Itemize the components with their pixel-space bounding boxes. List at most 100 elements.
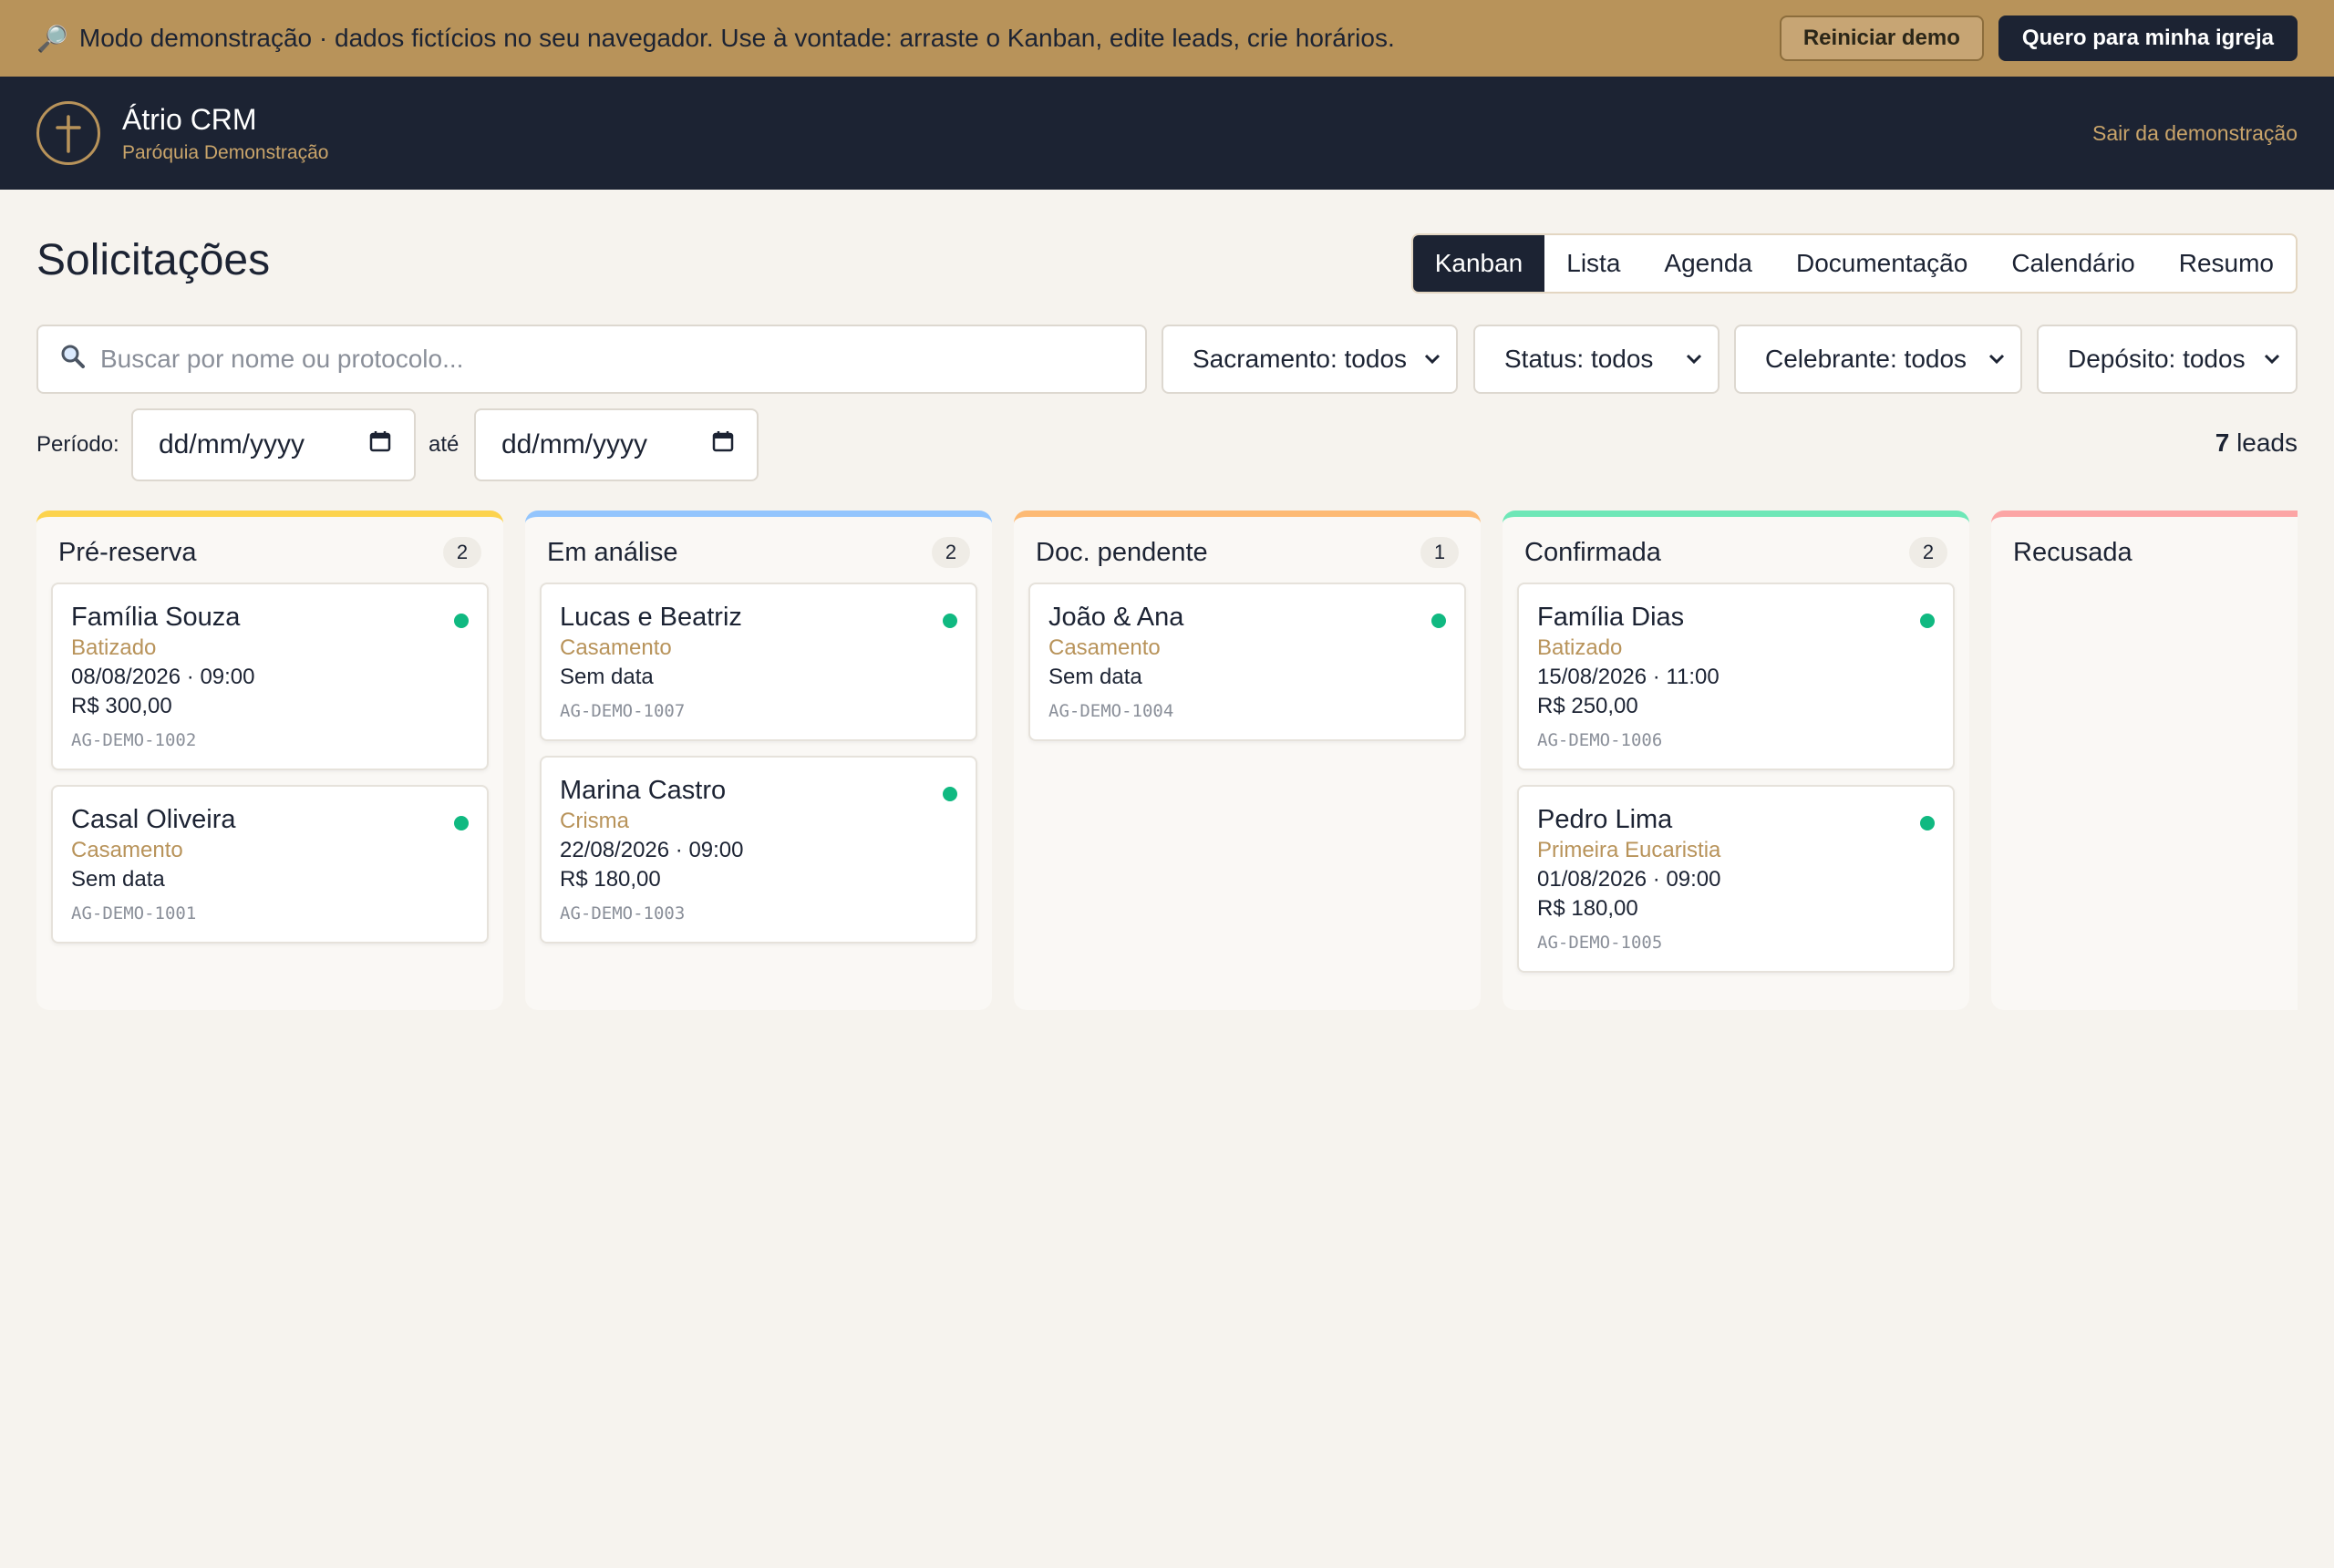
column-title: Recusada	[2013, 537, 2133, 567]
lead-sacrament: Casamento	[1048, 635, 1161, 660]
lead-amount: R$ 180,00	[1537, 896, 1638, 921]
magnifier-icon: 🔎	[36, 24, 68, 53]
deposito-select-value: Depósito: todos	[2068, 345, 2246, 373]
cross-logo-icon	[36, 101, 100, 165]
lead-name: Família Souza	[71, 603, 241, 632]
column-count-badge: 1	[1420, 537, 1459, 568]
kanban-column-doc-pendente[interactable]: Doc. pendente 1 João & Ana Casamento Sem…	[1014, 511, 1481, 1010]
lead-sacrament: Casamento	[560, 635, 672, 660]
kanban-column-confirmada[interactable]: Confirmada 2 Família Dias Batizado 15/08…	[1503, 511, 1969, 1010]
lead-card[interactable]: Lucas e Beatriz Casamento Sem data AG-DE…	[540, 583, 977, 741]
search-input[interactable]	[100, 345, 1123, 374]
tab-resumo[interactable]: Resumo	[2157, 235, 2296, 292]
kanban-board: Pré-reserva 2 Família Souza Batizado 08/…	[36, 511, 2298, 1010]
lead-name: Lucas e Beatriz	[560, 603, 742, 632]
demo-notice: 🔎 Modo demonstração · dados fictícios no…	[36, 24, 1395, 54]
celebrante-select[interactable]: Celebrante: todos	[1734, 325, 2022, 394]
lead-protocol: AG-DEMO-1003	[560, 903, 686, 923]
status-dot-icon	[454, 614, 469, 628]
status-dot-icon	[454, 816, 469, 830]
status-dot-icon	[943, 614, 957, 628]
lead-date: 15/08/2026 · 11:00	[1537, 665, 1720, 689]
lead-card[interactable]: Família Dias Batizado 15/08/2026 · 11:00…	[1517, 583, 1955, 770]
tab-agenda[interactable]: Agenda	[1642, 235, 1774, 292]
tab-lista[interactable]: Lista	[1544, 235, 1642, 292]
chevron-down-icon	[1685, 347, 1703, 371]
view-tabs: Kanban Lista Agenda Documentação Calendá…	[1410, 233, 2298, 294]
lead-card[interactable]: Família Souza Batizado 08/08/2026 · 09:0…	[51, 583, 489, 770]
search-box	[36, 325, 1147, 394]
lead-protocol: AG-DEMO-1002	[71, 730, 197, 750]
status-dot-icon	[943, 787, 957, 801]
exit-demo-link[interactable]: Sair da demonstração	[2092, 121, 2298, 146]
lead-protocol: AG-DEMO-1007	[560, 701, 686, 721]
date-to-input[interactable]: dd/mm/yyyy	[474, 408, 759, 481]
date-to-value: dd/mm/yyyy	[501, 429, 648, 459]
lead-sacrament: Batizado	[1537, 635, 1623, 660]
demo-notice-text: Modo demonstração · dados fictícios no s…	[78, 24, 1395, 52]
date-from-input[interactable]: dd/mm/yyyy	[131, 408, 416, 481]
lead-sacrament: Crisma	[560, 809, 629, 833]
calendar-icon[interactable]	[368, 429, 392, 460]
period-label: Período:	[36, 432, 119, 457]
lead-amount: R$ 250,00	[1537, 694, 1638, 718]
column-count-badge: 2	[443, 537, 481, 568]
deposito-select[interactable]: Depósito: todos	[2037, 325, 2298, 394]
lead-date: 22/08/2026 · 09:00	[560, 838, 744, 862]
lead-protocol: AG-DEMO-1004	[1048, 701, 1174, 721]
app-name: Átrio CRM	[122, 102, 257, 136]
lead-date: 08/08/2026 · 09:00	[71, 665, 255, 689]
tab-calendario[interactable]: Calendário	[1989, 235, 2156, 292]
lead-count: 7 leads	[2215, 428, 2298, 458]
lead-name: Família Dias	[1537, 603, 1685, 632]
lead-sacrament: Casamento	[71, 838, 183, 862]
lead-date: Sem data	[71, 867, 165, 892]
lead-sacrament: Primeira Eucaristia	[1537, 838, 1721, 862]
column-count-badge: 2	[1909, 537, 1947, 568]
lead-sacrament: Batizado	[71, 635, 157, 660]
lead-date: Sem data	[560, 665, 654, 689]
lead-card[interactable]: Pedro Lima Primeira Eucaristia 01/08/202…	[1517, 785, 1955, 973]
lead-amount: R$ 300,00	[71, 694, 172, 718]
lead-name: João & Ana	[1048, 603, 1184, 632]
lead-protocol: AG-DEMO-1005	[1537, 933, 1663, 953]
demo-banner: 🔎 Modo demonstração · dados fictícios no…	[0, 0, 2334, 77]
date-from-value: dd/mm/yyyy	[159, 429, 305, 459]
lead-card[interactable]: João & Ana Casamento Sem data AG-DEMO-10…	[1028, 583, 1466, 741]
column-title: Pré-reserva	[58, 537, 197, 567]
kanban-column-recusada[interactable]: Recusada	[1991, 511, 2298, 1010]
lead-protocol: AG-DEMO-1006	[1537, 730, 1663, 750]
search-icon	[60, 344, 86, 376]
sacramento-select-value: Sacramento: todos	[1193, 345, 1408, 373]
lead-name: Casal Oliveira	[71, 805, 236, 834]
lead-card[interactable]: Casal Oliveira Casamento Sem data AG-DEM…	[51, 785, 489, 944]
lead-date: Sem data	[1048, 665, 1142, 689]
reset-demo-button[interactable]: Reiniciar demo	[1779, 15, 1984, 61]
column-title: Em análise	[547, 537, 678, 567]
kanban-column-em-analise[interactable]: Em análise 2 Lucas e Beatriz Casamento S…	[525, 511, 992, 1010]
want-for-my-church-button[interactable]: Quero para minha igreja	[1998, 15, 2298, 61]
celebrante-select-value: Celebrante: todos	[1765, 345, 1967, 373]
tab-kanban[interactable]: Kanban	[1412, 235, 1545, 292]
lead-name: Pedro Lima	[1537, 805, 1673, 834]
parish-name: Paróquia Demonstração	[122, 141, 329, 163]
status-select-value: Status: todos	[1504, 345, 1654, 373]
lead-card[interactable]: Marina Castro Crisma 22/08/2026 · 09:00 …	[540, 756, 977, 944]
lead-amount: R$ 180,00	[560, 867, 661, 892]
status-dot-icon	[1920, 816, 1935, 830]
tab-documentacao[interactable]: Documentação	[1774, 235, 1989, 292]
column-title: Confirmada	[1524, 537, 1661, 567]
lead-name: Marina Castro	[560, 776, 727, 805]
kanban-column-pre-reserva[interactable]: Pré-reserva 2 Família Souza Batizado 08/…	[36, 511, 503, 1010]
page-title: Solicitações	[36, 236, 271, 284]
calendar-icon[interactable]	[711, 429, 735, 460]
until-label: até	[429, 432, 460, 457]
lead-protocol: AG-DEMO-1001	[71, 903, 197, 923]
sacramento-select[interactable]: Sacramento: todos	[1162, 325, 1458, 394]
chevron-down-icon	[1988, 347, 2006, 371]
app-header: Átrio CRM Paróquia Demonstração Sair da …	[0, 77, 2334, 190]
status-select[interactable]: Status: todos	[1473, 325, 1720, 394]
status-dot-icon	[1431, 614, 1446, 628]
lead-count-label: leads	[2236, 428, 2298, 457]
chevron-down-icon	[2263, 347, 2281, 371]
